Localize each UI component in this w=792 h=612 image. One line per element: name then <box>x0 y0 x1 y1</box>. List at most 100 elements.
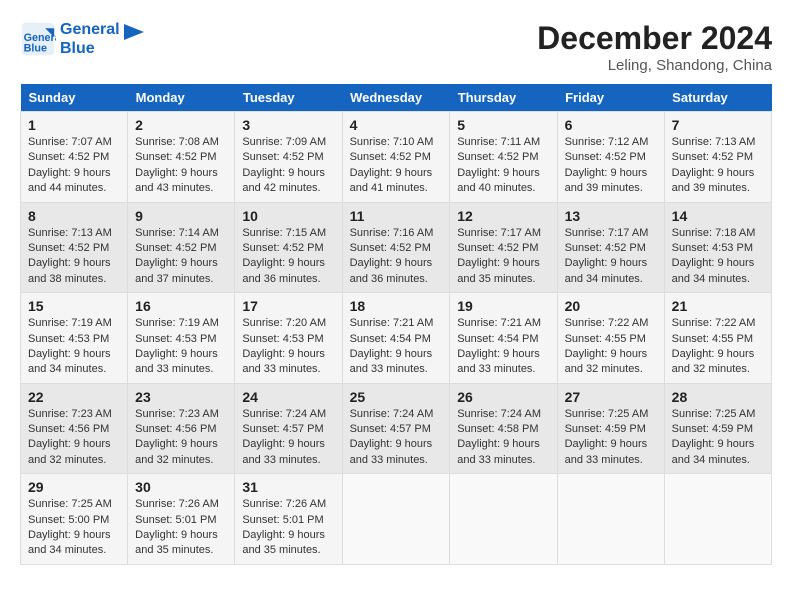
day-number: 25 <box>350 389 443 405</box>
day-info: Sunrise: 7:19 AMSunset: 4:53 PMDaylight:… <box>28 316 120 378</box>
calendar-cell: 20 Sunrise: 7:22 AMSunset: 4:55 PMDaylig… <box>557 293 664 384</box>
calendar-cell: 16 Sunrise: 7:19 AMSunset: 4:53 PMDaylig… <box>128 293 235 384</box>
day-info: Sunrise: 7:11 AMSunset: 4:52 PMDaylight:… <box>457 135 549 197</box>
day-info: Sunrise: 7:21 AMSunset: 4:54 PMDaylight:… <box>350 316 443 378</box>
calendar-cell: 21 Sunrise: 7:22 AMSunset: 4:55 PMDaylig… <box>664 293 771 384</box>
calendar-week-3: 15 Sunrise: 7:19 AMSunset: 4:53 PMDaylig… <box>21 293 772 384</box>
day-info: Sunrise: 7:25 AMSunset: 4:59 PMDaylight:… <box>672 407 764 469</box>
calendar-cell: 13 Sunrise: 7:17 AMSunset: 4:52 PMDaylig… <box>557 202 664 293</box>
day-info: Sunrise: 7:25 AMSunset: 5:00 PMDaylight:… <box>28 497 120 559</box>
calendar-cell <box>450 474 557 565</box>
day-number: 8 <box>28 208 120 224</box>
day-info: Sunrise: 7:20 AMSunset: 4:53 PMDaylight:… <box>242 316 334 378</box>
weekday-header-saturday: Saturday <box>664 84 771 112</box>
day-number: 31 <box>242 479 334 495</box>
weekday-header-thursday: Thursday <box>450 84 557 112</box>
calendar-cell: 10 Sunrise: 7:15 AMSunset: 4:52 PMDaylig… <box>235 202 342 293</box>
calendar-cell: 19 Sunrise: 7:21 AMSunset: 4:54 PMDaylig… <box>450 293 557 384</box>
calendar-cell: 12 Sunrise: 7:17 AMSunset: 4:52 PMDaylig… <box>450 202 557 293</box>
calendar-week-5: 29 Sunrise: 7:25 AMSunset: 5:00 PMDaylig… <box>21 474 772 565</box>
day-info: Sunrise: 7:24 AMSunset: 4:58 PMDaylight:… <box>457 407 549 469</box>
calendar-cell: 17 Sunrise: 7:20 AMSunset: 4:53 PMDaylig… <box>235 293 342 384</box>
day-info: Sunrise: 7:19 AMSunset: 4:53 PMDaylight:… <box>135 316 227 378</box>
calendar-cell: 30 Sunrise: 7:26 AMSunset: 5:01 PMDaylig… <box>128 474 235 565</box>
title-block: December 2024 Leling, Shandong, China <box>537 20 772 74</box>
day-number: 26 <box>457 389 549 405</box>
day-info: Sunrise: 7:09 AMSunset: 4:52 PMDaylight:… <box>242 135 334 197</box>
calendar-cell: 24 Sunrise: 7:24 AMSunset: 4:57 PMDaylig… <box>235 383 342 474</box>
page-header: General Blue General Blue December 2024 … <box>20 20 772 74</box>
weekday-header-monday: Monday <box>128 84 235 112</box>
day-number: 7 <box>672 117 764 133</box>
calendar-cell: 8 Sunrise: 7:13 AMSunset: 4:52 PMDayligh… <box>21 202 128 293</box>
calendar-cell: 14 Sunrise: 7:18 AMSunset: 4:53 PMDaylig… <box>664 202 771 293</box>
month-title: December 2024 <box>537 20 772 57</box>
day-info: Sunrise: 7:14 AMSunset: 4:52 PMDaylight:… <box>135 226 227 288</box>
day-info: Sunrise: 7:08 AMSunset: 4:52 PMDaylight:… <box>135 135 227 197</box>
day-number: 14 <box>672 208 764 224</box>
day-number: 11 <box>350 208 443 224</box>
calendar-cell: 23 Sunrise: 7:23 AMSunset: 4:56 PMDaylig… <box>128 383 235 474</box>
logo: General Blue General Blue <box>20 20 144 58</box>
calendar-cell: 11 Sunrise: 7:16 AMSunset: 4:52 PMDaylig… <box>342 202 450 293</box>
weekday-header-sunday: Sunday <box>21 84 128 112</box>
day-info: Sunrise: 7:26 AMSunset: 5:01 PMDaylight:… <box>242 497 334 559</box>
day-number: 24 <box>242 389 334 405</box>
calendar-cell: 7 Sunrise: 7:13 AMSunset: 4:52 PMDayligh… <box>664 112 771 203</box>
day-info: Sunrise: 7:22 AMSunset: 4:55 PMDaylight:… <box>565 316 657 378</box>
calendar-cell: 29 Sunrise: 7:25 AMSunset: 5:00 PMDaylig… <box>21 474 128 565</box>
day-number: 21 <box>672 298 764 314</box>
day-info: Sunrise: 7:17 AMSunset: 4:52 PMDaylight:… <box>565 226 657 288</box>
location: Leling, Shandong, China <box>537 57 772 74</box>
calendar-week-4: 22 Sunrise: 7:23 AMSunset: 4:56 PMDaylig… <box>21 383 772 474</box>
calendar-cell: 4 Sunrise: 7:10 AMSunset: 4:52 PMDayligh… <box>342 112 450 203</box>
calendar-cell: 26 Sunrise: 7:24 AMSunset: 4:58 PMDaylig… <box>450 383 557 474</box>
day-number: 16 <box>135 298 227 314</box>
calendar-cell: 15 Sunrise: 7:19 AMSunset: 4:53 PMDaylig… <box>21 293 128 384</box>
calendar-cell: 1 Sunrise: 7:07 AMSunset: 4:52 PMDayligh… <box>21 112 128 203</box>
day-number: 23 <box>135 389 227 405</box>
day-number: 30 <box>135 479 227 495</box>
calendar-cell: 27 Sunrise: 7:25 AMSunset: 4:59 PMDaylig… <box>557 383 664 474</box>
weekday-header-friday: Friday <box>557 84 664 112</box>
day-info: Sunrise: 7:10 AMSunset: 4:52 PMDaylight:… <box>350 135 443 197</box>
day-info: Sunrise: 7:23 AMSunset: 4:56 PMDaylight:… <box>135 407 227 469</box>
day-number: 20 <box>565 298 657 314</box>
day-info: Sunrise: 7:23 AMSunset: 4:56 PMDaylight:… <box>28 407 120 469</box>
day-number: 10 <box>242 208 334 224</box>
day-info: Sunrise: 7:18 AMSunset: 4:53 PMDaylight:… <box>672 226 764 288</box>
day-number: 3 <box>242 117 334 133</box>
day-info: Sunrise: 7:07 AMSunset: 4:52 PMDaylight:… <box>28 135 120 197</box>
day-info: Sunrise: 7:24 AMSunset: 4:57 PMDaylight:… <box>350 407 443 469</box>
svg-text:Blue: Blue <box>24 43 47 55</box>
calendar-cell: 9 Sunrise: 7:14 AMSunset: 4:52 PMDayligh… <box>128 202 235 293</box>
calendar-cell <box>342 474 450 565</box>
calendar-header-row: SundayMondayTuesdayWednesdayThursdayFrid… <box>21 84 772 112</box>
day-number: 12 <box>457 208 549 224</box>
day-info: Sunrise: 7:25 AMSunset: 4:59 PMDaylight:… <box>565 407 657 469</box>
calendar-cell: 22 Sunrise: 7:23 AMSunset: 4:56 PMDaylig… <box>21 383 128 474</box>
day-info: Sunrise: 7:24 AMSunset: 4:57 PMDaylight:… <box>242 407 334 469</box>
day-number: 22 <box>28 389 120 405</box>
calendar-cell: 18 Sunrise: 7:21 AMSunset: 4:54 PMDaylig… <box>342 293 450 384</box>
day-number: 28 <box>672 389 764 405</box>
calendar-week-1: 1 Sunrise: 7:07 AMSunset: 4:52 PMDayligh… <box>21 112 772 203</box>
logo-flag-icon <box>124 24 144 54</box>
day-number: 18 <box>350 298 443 314</box>
day-number: 17 <box>242 298 334 314</box>
logo-text-line1: General <box>60 20 120 39</box>
day-number: 15 <box>28 298 120 314</box>
calendar-cell: 25 Sunrise: 7:24 AMSunset: 4:57 PMDaylig… <box>342 383 450 474</box>
day-info: Sunrise: 7:13 AMSunset: 4:52 PMDaylight:… <box>672 135 764 197</box>
day-info: Sunrise: 7:16 AMSunset: 4:52 PMDaylight:… <box>350 226 443 288</box>
day-info: Sunrise: 7:17 AMSunset: 4:52 PMDaylight:… <box>457 226 549 288</box>
calendar-cell: 28 Sunrise: 7:25 AMSunset: 4:59 PMDaylig… <box>664 383 771 474</box>
day-info: Sunrise: 7:26 AMSunset: 5:01 PMDaylight:… <box>135 497 227 559</box>
day-number: 2 <box>135 117 227 133</box>
calendar-cell: 2 Sunrise: 7:08 AMSunset: 4:52 PMDayligh… <box>128 112 235 203</box>
day-number: 29 <box>28 479 120 495</box>
day-number: 9 <box>135 208 227 224</box>
day-number: 4 <box>350 117 443 133</box>
calendar-table: SundayMondayTuesdayWednesdayThursdayFrid… <box>20 84 772 565</box>
day-number: 13 <box>565 208 657 224</box>
